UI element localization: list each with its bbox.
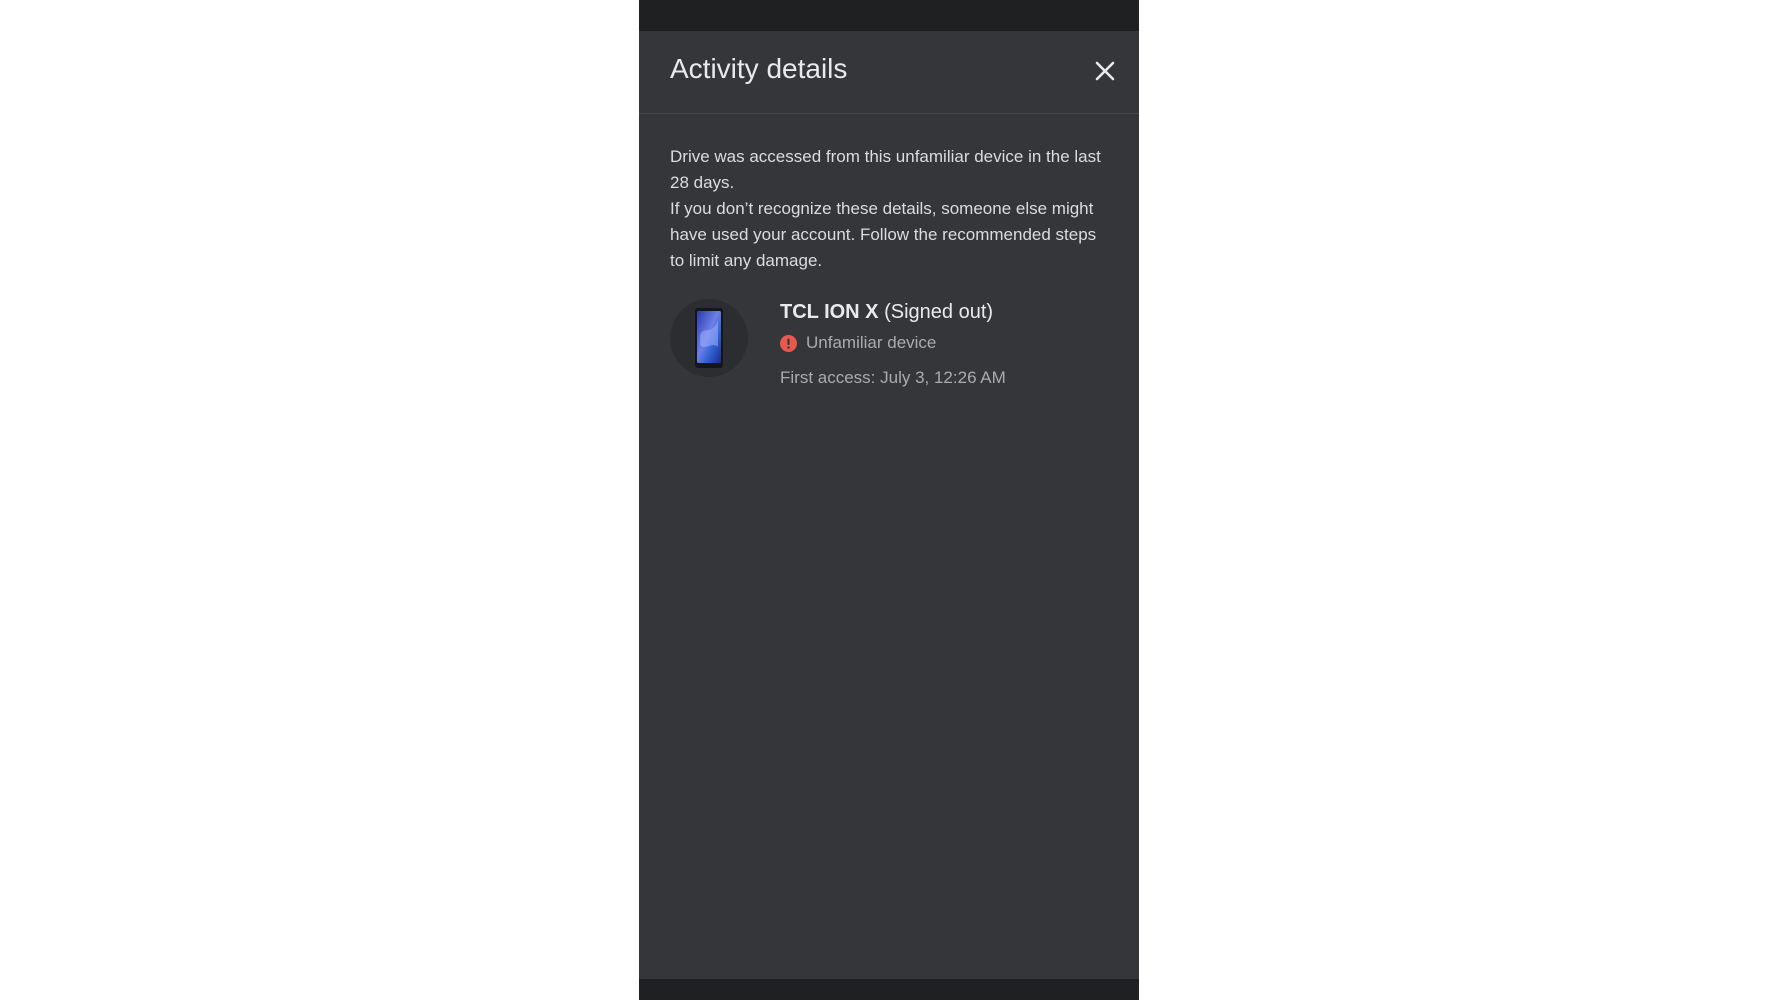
sheet-header: Activity details [639, 31, 1139, 114]
alert-icon [780, 335, 797, 352]
sheet-title: Activity details [670, 53, 848, 84]
status-bar [639, 0, 1139, 31]
close-button[interactable] [1091, 57, 1119, 85]
device-name: TCL ION X (Signed out) [780, 301, 993, 324]
device-avatar [670, 299, 748, 377]
device-signin-state: (Signed out) [884, 301, 994, 323]
device-item[interactable]: TCL ION X (Signed out) Unfamiliar device… [670, 299, 1110, 399]
navigation-bar [639, 979, 1139, 1000]
intro-text: Drive was accessed from this unfamiliar … [670, 144, 1110, 274]
activity-details-sheet: Activity details Drive was accessed from… [639, 31, 1139, 979]
phone-device-icon [695, 308, 723, 368]
first-access-text: First access: July 3, 12:26 AM [780, 368, 1006, 387]
status-label: Unfamiliar device [806, 333, 937, 352]
intro-line-2: If you don’t recognize these details, so… [670, 199, 1097, 270]
phone-screen: Activity details Drive was accessed from… [639, 0, 1139, 1000]
close-icon [1095, 61, 1115, 81]
device-model: TCL ION X [780, 301, 879, 323]
intro-line-1: Drive was accessed from this unfamiliar … [670, 147, 1101, 192]
